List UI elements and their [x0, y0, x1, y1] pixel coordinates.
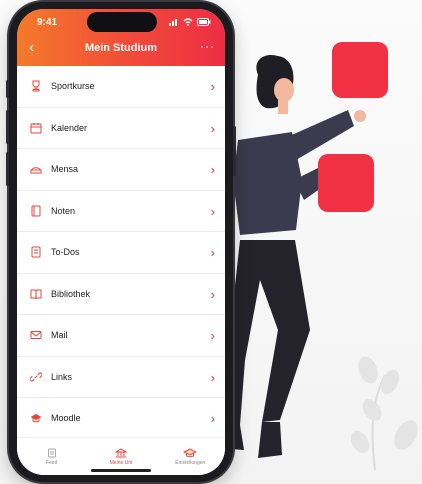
tray-icon [29, 162, 43, 176]
illustration [200, 30, 422, 484]
side-button [6, 110, 9, 144]
menu-item-kalender[interactable]: Kalender › [17, 108, 225, 149]
menu-item-label: Bibliothek [51, 288, 91, 299]
chevron-right-icon: › [210, 286, 215, 302]
side-button [233, 126, 236, 176]
stage: 9:41 ‹ Mein Studium ··· Sportkurse › Kal… [0, 0, 422, 484]
university-icon [114, 447, 127, 457]
menu-item-label: Kalender [51, 122, 88, 133]
menu-item-label: Moodle [51, 413, 81, 424]
notch [87, 12, 157, 32]
more-icon[interactable]: ··· [200, 39, 215, 53]
menu-item-sportkurse[interactable]: Sportkurse › [17, 66, 225, 108]
wifi-icon [183, 18, 193, 26]
phone-screen: 9:41 ‹ Mein Studium ··· Sportkurse › Kal… [17, 9, 225, 475]
menu-item-label: Mail [51, 330, 68, 341]
menu-item-label: Sportkurse [51, 81, 95, 92]
tab-label: Feed [45, 459, 58, 466]
chevron-right-icon: › [210, 79, 215, 94]
tab-label: Einstellungen [175, 459, 206, 466]
menu-item-mail[interactable]: Mail › [17, 315, 225, 357]
menu-item-label: Links [51, 371, 73, 382]
graduation-cap-icon [183, 447, 198, 457]
calendar-icon [29, 121, 43, 135]
menu-item-links[interactable]: Links › [17, 357, 225, 398]
tab-bar: Feed Meine Uni Einstellungen [17, 437, 225, 475]
menu-item-mensa[interactable]: Mensa › [17, 149, 225, 191]
menu-item-label: Noten [51, 205, 76, 216]
menu-item-noten[interactable]: Noten › [17, 191, 225, 232]
chevron-right-icon: › [210, 120, 215, 136]
book-icon [29, 287, 43, 301]
red-square-top [332, 42, 388, 98]
plant-decoration [350, 356, 418, 471]
chevron-right-icon: › [210, 369, 215, 385]
chevron-right-icon: › [210, 203, 215, 219]
menu-item-bibliothek[interactable]: Bibliothek › [17, 274, 225, 315]
link-icon [29, 370, 43, 384]
trophy-icon [29, 79, 43, 93]
signal-icon [169, 19, 177, 26]
woman-illustration [218, 54, 418, 471]
menu-item-to-dos[interactable]: To-Dos › [17, 232, 225, 274]
notebook-icon [29, 204, 43, 218]
feed-icon [47, 448, 56, 457]
chevron-right-icon: › [210, 162, 215, 177]
menu-item-label: Mensa [51, 164, 79, 175]
chevron-right-icon: › [210, 328, 215, 343]
checklist-icon [29, 245, 43, 259]
app-header: 9:41 ‹ Mein Studium ··· [17, 9, 225, 66]
tab-label: Meine Uni [109, 459, 133, 466]
title-bar: ‹ Mein Studium ··· [17, 39, 225, 59]
chevron-right-icon: › [210, 245, 215, 260]
chevron-right-icon: › [210, 411, 215, 426]
menu-list: Sportkurse › Kalender › Mensa › Noten › [17, 66, 225, 440]
side-button [6, 152, 9, 186]
red-square-bottom [318, 154, 374, 212]
graduation-cap-icon [29, 411, 43, 425]
menu-item-moodle[interactable]: Moodle › [17, 398, 225, 440]
status-bar: 9:41 [17, 9, 225, 35]
status-icons [169, 18, 211, 26]
status-time: 9:41 [37, 17, 58, 28]
phone-frame: 9:41 ‹ Mein Studium ··· Sportkurse › Kal… [6, 2, 236, 482]
page-title: Mein Studium [84, 42, 158, 54]
battery-icon [197, 18, 211, 26]
home-indicator [91, 469, 151, 472]
tab-einstellungen[interactable]: Einstellungen [156, 438, 225, 475]
tab-feed[interactable]: Feed [17, 438, 86, 475]
mail-icon [29, 328, 43, 342]
side-button [6, 80, 9, 98]
menu-item-label: To-Dos [51, 247, 80, 258]
